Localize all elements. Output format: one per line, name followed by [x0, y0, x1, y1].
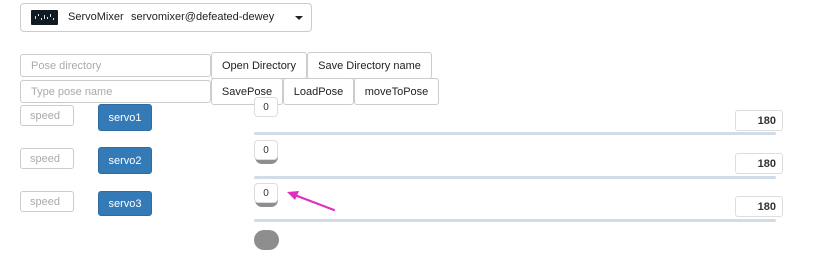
- servo2-max-value: 180: [735, 153, 783, 174]
- app-name: ServoMixer: [68, 11, 124, 23]
- servo1-max-value: 180: [735, 110, 783, 131]
- load-pose-button[interactable]: LoadPose: [283, 78, 354, 105]
- servo1-slider-track[interactable]: [254, 132, 776, 135]
- servo2-button[interactable]: servo2: [98, 147, 152, 174]
- move-to-pose-button[interactable]: moveToPose: [354, 78, 439, 105]
- annotation-arrow-icon: [287, 191, 336, 212]
- servo3-button[interactable]: servo3: [98, 191, 152, 216]
- save-directory-name-button[interactable]: Save Directory name: [307, 52, 432, 79]
- servo3-speed-input[interactable]: speed: [20, 191, 74, 212]
- servo1-min-value: 0: [254, 97, 278, 117]
- app-user: servomixer@defeated-dewey: [131, 11, 275, 23]
- servo3-min-value: 0: [254, 183, 278, 203]
- app-thumbnail-icon: [31, 10, 58, 25]
- pose-name-input[interactable]: [20, 80, 211, 103]
- servo2-speed-input[interactable]: speed: [20, 148, 74, 169]
- app-selector[interactable]: ServoMixer servomixer@defeated-dewey: [20, 3, 312, 32]
- caret-down-icon: [295, 16, 303, 20]
- servo2-slider-track[interactable]: [254, 176, 776, 179]
- servo1-button[interactable]: servo1: [98, 104, 152, 131]
- servo3-slider-knob[interactable]: [254, 230, 279, 250]
- servo3-slider-track[interactable]: [254, 219, 776, 222]
- servo2-min-value: 0: [254, 140, 278, 160]
- servo1-speed-input[interactable]: speed: [20, 105, 74, 126]
- servo3-max-value: 180: [735, 196, 783, 217]
- pose-directory-input[interactable]: [20, 54, 211, 77]
- open-directory-button[interactable]: Open Directory: [211, 52, 307, 79]
